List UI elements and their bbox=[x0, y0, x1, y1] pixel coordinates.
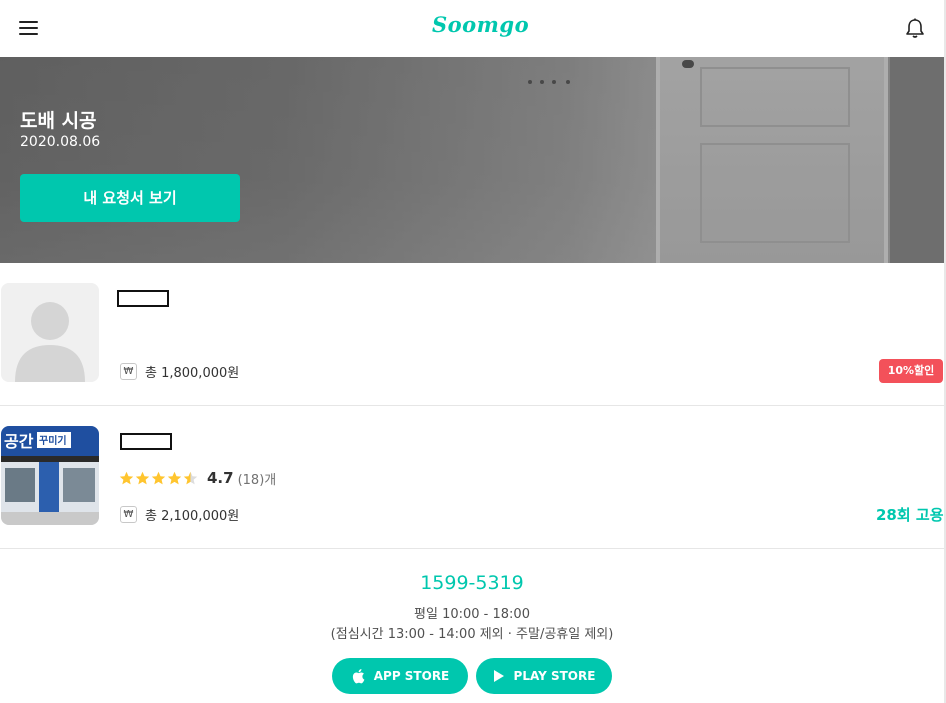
discount-badge: 10%할인 bbox=[879, 359, 943, 383]
quote-list-item[interactable]: 공간 꾸미기 4.7 (18)개 ₩ 총 2,100,000원 28회 고용 bbox=[0, 406, 946, 549]
apple-icon bbox=[352, 669, 365, 684]
request-date: 2020.08.06 bbox=[20, 134, 101, 150]
quote-price: ₩ 총 2,100,000원 bbox=[120, 504, 239, 524]
quote-list-item[interactable]: ₩ 총 1,800,000원 10%할인 bbox=[0, 263, 946, 406]
quote-price: ₩ 총 1,800,000원 bbox=[120, 361, 239, 381]
page: Soomgo 도배 시공 2020.08.06 내 요청서 보기 ₩ 총 1,8… bbox=[0, 0, 946, 703]
bell-icon[interactable] bbox=[904, 17, 926, 39]
price-text: 총 2,100,000원 bbox=[145, 508, 240, 524]
won-icon: ₩ bbox=[120, 362, 137, 380]
soomgo-logo[interactable]: Soomgo bbox=[432, 12, 529, 44]
star-icon bbox=[183, 471, 198, 484]
request-hero bbox=[0, 57, 946, 263]
pro-profile-photo: 공간 꾸미기 bbox=[1, 426, 99, 525]
app-header: Soomgo bbox=[0, 0, 946, 57]
hamburger-menu-icon[interactable] bbox=[19, 20, 39, 36]
app-store-label: APP STORE bbox=[373, 669, 450, 683]
star-rating bbox=[119, 471, 199, 486]
pro-name-redacted bbox=[117, 290, 169, 307]
play-store-button[interactable]: PLAY STORE bbox=[476, 658, 612, 694]
pro-name-redacted bbox=[120, 433, 172, 450]
review-count: (18)개 bbox=[237, 472, 277, 488]
price-text: 총 1,800,000원 bbox=[145, 365, 240, 381]
star-icon bbox=[151, 471, 166, 484]
play-icon bbox=[493, 670, 504, 682]
star-icon bbox=[167, 471, 182, 484]
rating-row: 4.7 (18)개 bbox=[119, 468, 276, 488]
won-icon: ₩ bbox=[120, 505, 137, 523]
sign-sub-text: 꾸미기 bbox=[39, 434, 67, 447]
default-avatar bbox=[1, 283, 99, 382]
business-hours: 평일 10:00 - 18:00 bbox=[414, 607, 530, 622]
star-icon bbox=[119, 471, 134, 484]
play-store-label: PLAY STORE bbox=[513, 669, 596, 683]
business-hours-note: (점심시간 13:00 - 14:00 제외 · 주말/공휴일 제외) bbox=[330, 627, 614, 642]
request-title: 도배 시공 bbox=[20, 110, 97, 132]
sign-main-text: 공간 bbox=[4, 432, 34, 451]
rating-value: 4.7 bbox=[207, 469, 234, 487]
customer-center-phone[interactable]: 1599-5319 bbox=[0, 572, 944, 594]
view-my-request-button[interactable]: 내 요청서 보기 bbox=[20, 174, 240, 222]
app-store-button[interactable]: APP STORE bbox=[332, 658, 468, 694]
hire-count: 28회 고용 bbox=[876, 506, 944, 524]
star-icon bbox=[135, 471, 150, 484]
